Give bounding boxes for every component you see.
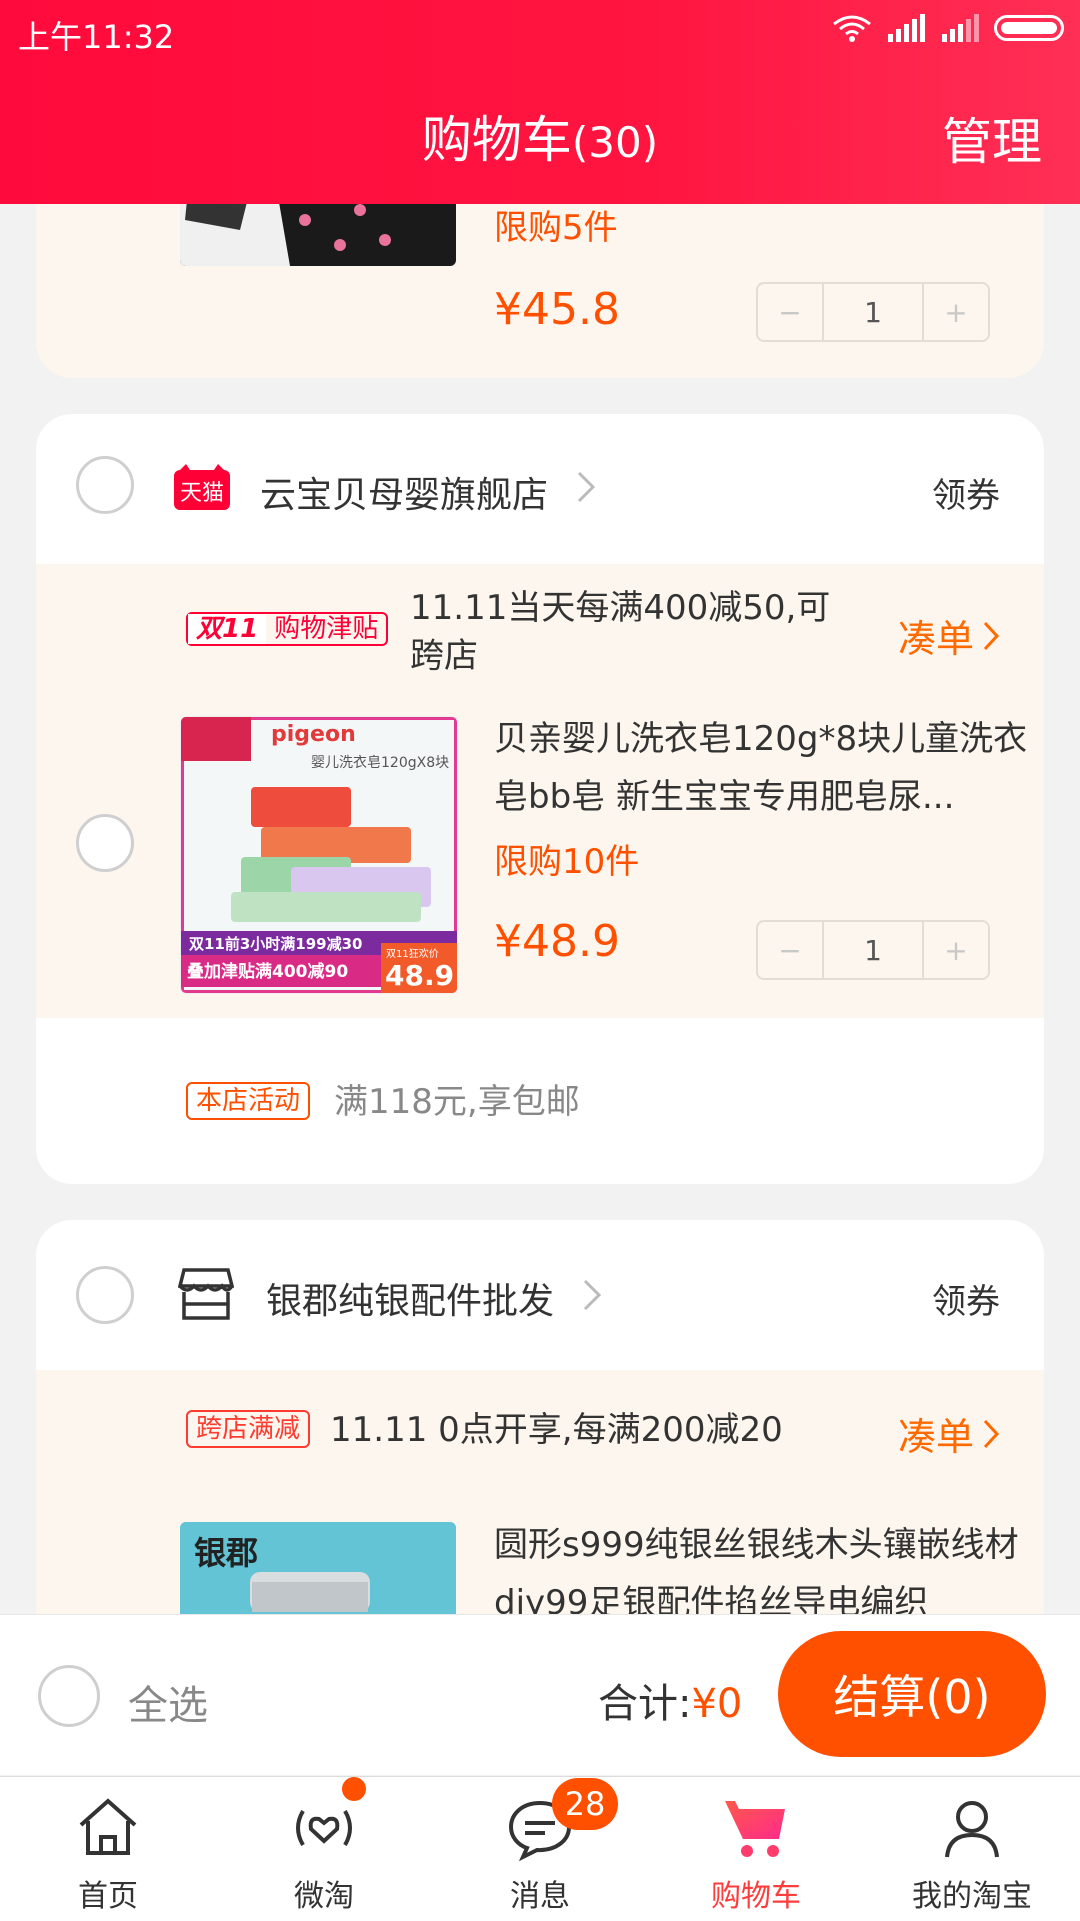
chevron-right-icon <box>983 621 1000 650</box>
make-order-button[interactable]: 凑单 <box>898 608 1000 663</box>
plus-button[interactable]: + <box>924 284 988 340</box>
brand-text: pigeon <box>271 722 356 747</box>
product-name[interactable]: 贝亲婴儿洗衣皂120g*8块儿童洗衣皂bb皂 新生宝宝专用肥皂尿... <box>494 710 1044 826</box>
banner-2: 叠加津贴满400减90 <box>187 961 348 982</box>
chevron-right-icon[interactable] <box>582 1278 602 1312</box>
home-icon <box>79 1798 137 1855</box>
pigeon-product-image: pigeon 婴儿洗衣皂120gX8块 双11前3小时满199减30 叠加津贴满… <box>181 717 457 993</box>
tmall-logo-text: 天猫 <box>180 481 224 506</box>
img-price: 48.9 <box>385 959 454 992</box>
tab-my-taobao[interactable]: 我的淘宝 <box>864 1777 1080 1921</box>
total: 合计:¥0 <box>598 1671 742 1729</box>
promo-tag-double11: 双11 购物津贴 <box>186 612 389 646</box>
select-all-checkbox[interactable] <box>38 1665 100 1727</box>
checkout-button[interactable]: 结算(0) <box>778 1631 1046 1757</box>
coupon-button[interactable]: 领券 <box>932 1274 1000 1323</box>
tab-label: 消息 <box>510 1879 570 1914</box>
select-all-label[interactable]: 全选 <box>128 1673 208 1731</box>
shop-name[interactable]: 云宝贝母婴旗舰店 <box>260 466 548 518</box>
tab-label: 我的淘宝 <box>912 1879 1032 1914</box>
tab-weitao[interactable]: 微淘 <box>216 1777 432 1921</box>
weitao-notification-dot <box>342 1777 366 1801</box>
shop-icon <box>178 1268 234 1320</box>
prev-quantity-stepper[interactable]: − 1 + <box>756 282 990 342</box>
promo-tag-right: 购物津贴 <box>274 614 379 644</box>
chevron-right-icon[interactable] <box>576 470 596 504</box>
message-badge: 28 <box>552 1778 618 1830</box>
signal-icon-2 <box>942 14 979 42</box>
checkout-bar: 全选 合计:¥0 结算(0) <box>0 1614 1080 1775</box>
tmall-logo-icon: 天猫 <box>174 464 230 510</box>
activity-tag: 本店活动 <box>186 1082 311 1120</box>
tab-label: 首页 <box>78 1879 138 1914</box>
activity-text: 满118元,享包邮 <box>334 1082 580 1122</box>
tab-label: 购物车 <box>711 1879 801 1914</box>
product-limit: 限购10件 <box>494 842 640 882</box>
product-image-pigeon[interactable]: pigeon 婴儿洗衣皂120gX8块 双11前3小时满199减30 叠加津贴满… <box>180 716 458 994</box>
tab-label: 微淘 <box>294 1879 354 1914</box>
img-brand-text: 银郡 <box>194 1534 258 1572</box>
quantity-stepper[interactable]: − 1 + <box>756 920 990 980</box>
weitao-icon <box>296 1809 352 1847</box>
total-label: 合计: <box>598 1681 692 1727</box>
status-time: 上午11:32 <box>18 18 175 56</box>
store-card-yunbaobei: 天猫 云宝贝母婴旗舰店 领券 双11 购物津贴 11.11当天每满400减50,… <box>36 414 1044 1184</box>
minus-button[interactable]: − <box>758 922 822 978</box>
plus-button[interactable]: + <box>924 922 988 978</box>
banner-1: 双11前3小时满199减30 <box>189 935 363 953</box>
signal-icon <box>888 14 925 42</box>
promo-text: 11.11当天每满400减50,可跨店 <box>410 588 831 676</box>
store1-items-area: 双11 购物津贴 11.11当天每满400减50,可跨店 凑单 pigeon 婴… <box>36 564 1044 1018</box>
coupon-button[interactable]: 领券 <box>932 468 1000 517</box>
page-title: 购物车(30) <box>0 100 1080 172</box>
shop-name[interactable]: 银郡纯银配件批发 <box>266 1272 554 1324</box>
cross-store-tag: 跨店满减 <box>186 1410 311 1448</box>
promo-text: 11.11 0点开享,每满200减20 <box>330 1410 783 1450</box>
header-bar: 上午11:32 购物车(30) 管理 <box>0 0 1080 204</box>
make-order-label: 凑单 <box>897 1415 974 1459</box>
img-caption: 婴儿洗衣皂120gX8块 <box>311 755 449 771</box>
bottom-tab-bar: 首页 微淘 消息 购物车 我的淘宝 <box>0 1776 1080 1921</box>
promo-tag-left: 双11 <box>188 614 267 644</box>
quantity-value[interactable]: 1 <box>822 284 924 340</box>
product-price: ¥48.9 <box>494 916 620 967</box>
make-order-button[interactable]: 凑单 <box>898 1406 1000 1461</box>
prev-price: ¥45.8 <box>494 284 620 335</box>
prev-limit: 限购5件 <box>494 208 618 248</box>
total-amount: ¥0 <box>691 1681 743 1727</box>
chevron-right-icon <box>983 1419 1000 1448</box>
minus-button[interactable]: − <box>758 284 822 340</box>
tab-home[interactable]: 首页 <box>0 1777 216 1921</box>
profile-icon <box>945 1801 999 1858</box>
page-title-text: 购物车 <box>421 111 572 169</box>
battery-icon <box>994 15 1064 41</box>
make-order-label: 凑单 <box>897 617 974 661</box>
cart-icon <box>725 1801 785 1857</box>
store-checkbox[interactable] <box>76 456 134 514</box>
quantity-value[interactable]: 1 <box>822 922 924 978</box>
manage-button[interactable]: 管理 <box>942 102 1042 174</box>
wifi-icon <box>833 15 871 42</box>
item-checkbox[interactable] <box>76 814 134 872</box>
status-icons <box>832 14 1064 42</box>
cart-count: (30) <box>571 118 659 167</box>
store-checkbox[interactable] <box>76 1266 134 1324</box>
tab-cart[interactable]: 购物车 <box>648 1777 864 1921</box>
